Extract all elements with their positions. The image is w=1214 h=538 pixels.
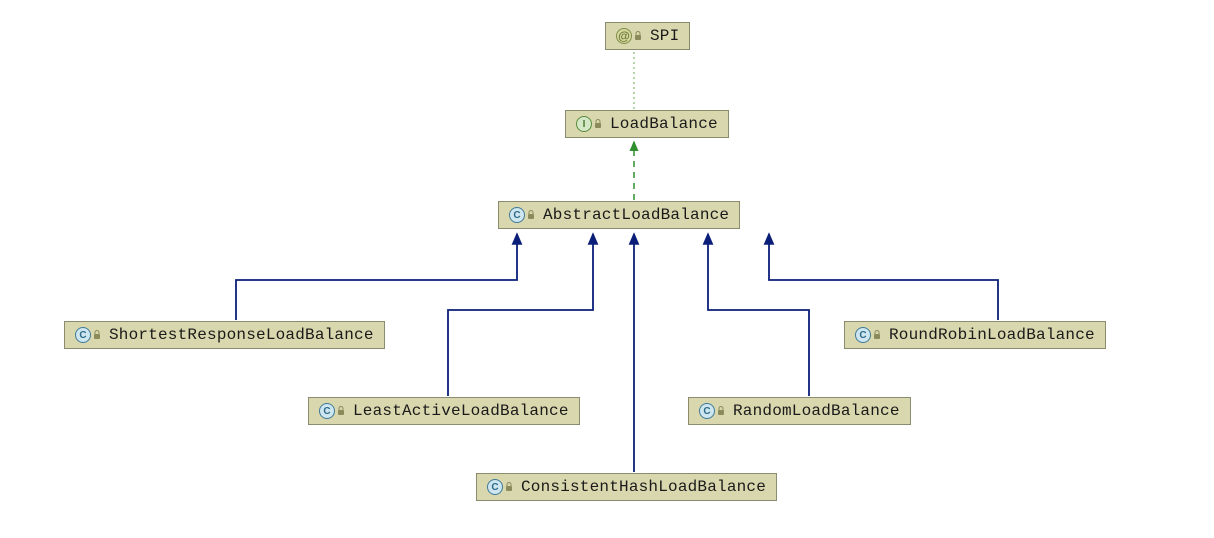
node-round: C RoundRobinLoadBalance [844,321,1106,349]
class-icon: C [699,403,715,419]
node-random: C RandomLoadBalance [688,397,911,425]
class-icon: C [75,327,91,343]
edge-shortest-abstract [236,234,517,320]
class-icon: C [487,479,503,495]
node-label: SPI [650,27,679,45]
connector-svg [0,0,1214,538]
lock-icon [715,405,727,417]
node-spi: @ SPI [605,22,690,50]
node-abstract: C AbstractLoadBalance [498,201,740,229]
lock-icon [503,481,515,493]
class-icon: C [855,327,871,343]
node-least: C LeastActiveLoadBalance [308,397,580,425]
node-label: ConsistentHashLoadBalance [521,478,766,496]
node-loadbalance: I LoadBalance [565,110,729,138]
edge-round-abstract [769,234,998,320]
lock-icon [592,118,604,130]
lock-icon [525,209,537,221]
edge-least-abstract [448,234,593,396]
lock-icon [632,30,644,42]
node-label: ShortestResponseLoadBalance [109,326,374,344]
annotation-icon: @ [616,28,632,44]
lock-icon [871,329,883,341]
node-shortest: C ShortestResponseLoadBalance [64,321,385,349]
node-consistent: C ConsistentHashLoadBalance [476,473,777,501]
interface-icon: I [576,116,592,132]
class-icon: C [319,403,335,419]
class-icon: C [509,207,525,223]
edge-random-abstract [708,234,809,396]
node-label: RoundRobinLoadBalance [889,326,1095,344]
lock-icon [335,405,347,417]
lock-icon [91,329,103,341]
node-label: LeastActiveLoadBalance [353,402,569,420]
node-label: LoadBalance [610,115,718,133]
node-label: RandomLoadBalance [733,402,900,420]
node-label: AbstractLoadBalance [543,206,729,224]
